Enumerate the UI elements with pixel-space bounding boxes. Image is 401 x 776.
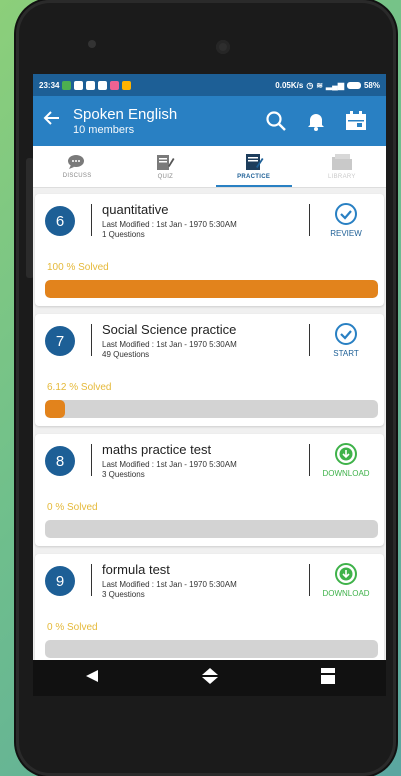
test-name: Social Science practice bbox=[102, 322, 237, 337]
check-circle-icon bbox=[335, 203, 357, 225]
divider bbox=[309, 444, 310, 476]
progress-bar bbox=[45, 640, 378, 658]
test-name: formula test bbox=[102, 562, 170, 577]
group-title: Spoken English bbox=[73, 106, 178, 123]
progress-bar bbox=[45, 280, 378, 298]
divider bbox=[309, 204, 310, 236]
divider bbox=[309, 564, 310, 596]
tab-quiz[interactable]: QUIZ bbox=[121, 146, 209, 187]
alarm-icon: ◷ bbox=[306, 80, 314, 90]
progress-fill bbox=[45, 400, 66, 418]
test-number: 7 bbox=[45, 326, 75, 356]
progress-bar bbox=[45, 520, 378, 538]
question-count: 1 Questions bbox=[102, 230, 145, 239]
question-count: 3 Questions bbox=[102, 470, 145, 479]
download-button[interactable]: DOWNLOAD bbox=[316, 442, 376, 478]
notification-icon bbox=[62, 80, 72, 90]
divider bbox=[91, 564, 92, 596]
question-count: 49 Questions bbox=[102, 350, 150, 359]
solved-percent: 100 % Solved bbox=[47, 262, 109, 273]
solved-percent: 0 % Solved bbox=[47, 502, 98, 513]
back-arrow-icon[interactable] bbox=[43, 109, 73, 133]
tab-practice[interactable]: PRACTICE bbox=[210, 146, 298, 187]
tab-label: QUIZ bbox=[157, 174, 174, 180]
download-icon bbox=[335, 443, 357, 465]
front-camera bbox=[216, 40, 230, 54]
signal-icon: ▂▄▆ bbox=[326, 80, 344, 90]
quiz-icon bbox=[157, 155, 175, 170]
screen: 23:34 0.05K/s ◷ ≋ ▂▄▆ 58% Spoken English… bbox=[33, 74, 386, 696]
tab-label: PRACTICE bbox=[237, 174, 271, 180]
wifi-icon: ≋ bbox=[316, 80, 323, 90]
divider bbox=[91, 204, 92, 236]
practice-card[interactable]: 7 Social Science practice Last Modified … bbox=[35, 314, 384, 426]
practice-list: 6 quantitative Last Modified : 1st Jan -… bbox=[33, 188, 386, 666]
status-bar: 23:34 0.05K/s ◷ ≋ ▂▄▆ 58% bbox=[33, 74, 386, 96]
tab-label: DISCUSS bbox=[62, 173, 92, 179]
progress-bar bbox=[45, 400, 378, 418]
notification-icon bbox=[74, 80, 84, 90]
check-circle-icon bbox=[335, 323, 357, 345]
test-name: quantitative bbox=[102, 202, 169, 217]
action-label: REVIEW bbox=[330, 229, 362, 238]
speaker bbox=[88, 40, 96, 48]
nav-back-icon[interactable] bbox=[84, 669, 100, 688]
bell-icon[interactable] bbox=[296, 111, 336, 131]
start-button[interactable]: START bbox=[316, 322, 376, 358]
test-number: 8 bbox=[45, 446, 75, 476]
last-modified: Last Modified : 1st Jan - 1970 5:30AM bbox=[102, 580, 237, 589]
notification-icon bbox=[86, 80, 96, 90]
tab-discuss[interactable]: DISCUSS bbox=[33, 146, 121, 187]
last-modified: Last Modified : 1st Jan - 1970 5:30AM bbox=[102, 460, 237, 469]
action-label: DOWNLOAD bbox=[322, 589, 370, 598]
practice-card[interactable]: 9 formula test Last Modified : 1st Jan -… bbox=[35, 554, 384, 666]
calendar-icon[interactable] bbox=[336, 111, 376, 131]
progress-fill bbox=[45, 280, 378, 298]
practice-icon bbox=[245, 154, 264, 170]
battery-icon bbox=[346, 81, 361, 89]
question-count: 3 Questions bbox=[102, 590, 145, 599]
solved-percent: 0 % Solved bbox=[47, 622, 98, 633]
divider bbox=[91, 324, 92, 356]
battery-level: 58% bbox=[363, 80, 380, 90]
notification-icon bbox=[110, 80, 120, 90]
test-number: 9 bbox=[45, 566, 75, 596]
tab-library[interactable]: LIBRARY bbox=[298, 146, 386, 187]
action-label: DOWNLOAD bbox=[322, 469, 370, 478]
practice-card[interactable]: 8 maths practice test Last Modified : 1s… bbox=[35, 434, 384, 546]
download-icon bbox=[335, 563, 357, 585]
solved-percent: 6.12 % Solved bbox=[47, 382, 112, 393]
tab-bar: DISCUSS QUIZ PRACTICE LIBRARY bbox=[33, 146, 386, 188]
review-button[interactable]: REVIEW bbox=[316, 202, 376, 238]
member-count: 10 members bbox=[73, 124, 135, 136]
divider bbox=[309, 324, 310, 356]
tab-label: LIBRARY bbox=[328, 174, 356, 180]
search-icon[interactable] bbox=[256, 110, 296, 132]
nav-home-icon[interactable] bbox=[201, 667, 219, 689]
last-modified: Last Modified : 1st Jan - 1970 5:30AM bbox=[102, 220, 237, 229]
status-time: 23:34 bbox=[39, 80, 60, 90]
notification-icon bbox=[122, 80, 132, 90]
network-speed: 0.05K/s bbox=[275, 80, 304, 90]
test-number: 6 bbox=[45, 206, 75, 236]
discuss-icon bbox=[68, 155, 85, 169]
test-name: maths practice test bbox=[102, 442, 212, 457]
notification-icon bbox=[98, 80, 108, 90]
system-nav-bar bbox=[33, 660, 386, 696]
divider bbox=[91, 444, 92, 476]
last-modified: Last Modified : 1st Jan - 1970 5:30AM bbox=[102, 340, 237, 349]
practice-card[interactable]: 6 quantitative Last Modified : 1st Jan -… bbox=[35, 194, 384, 306]
nav-recents-icon[interactable] bbox=[321, 667, 336, 689]
library-icon bbox=[331, 154, 352, 170]
download-button[interactable]: DOWNLOAD bbox=[316, 562, 376, 598]
action-label: START bbox=[333, 349, 359, 358]
app-bar: Spoken English 10 members bbox=[33, 96, 386, 146]
